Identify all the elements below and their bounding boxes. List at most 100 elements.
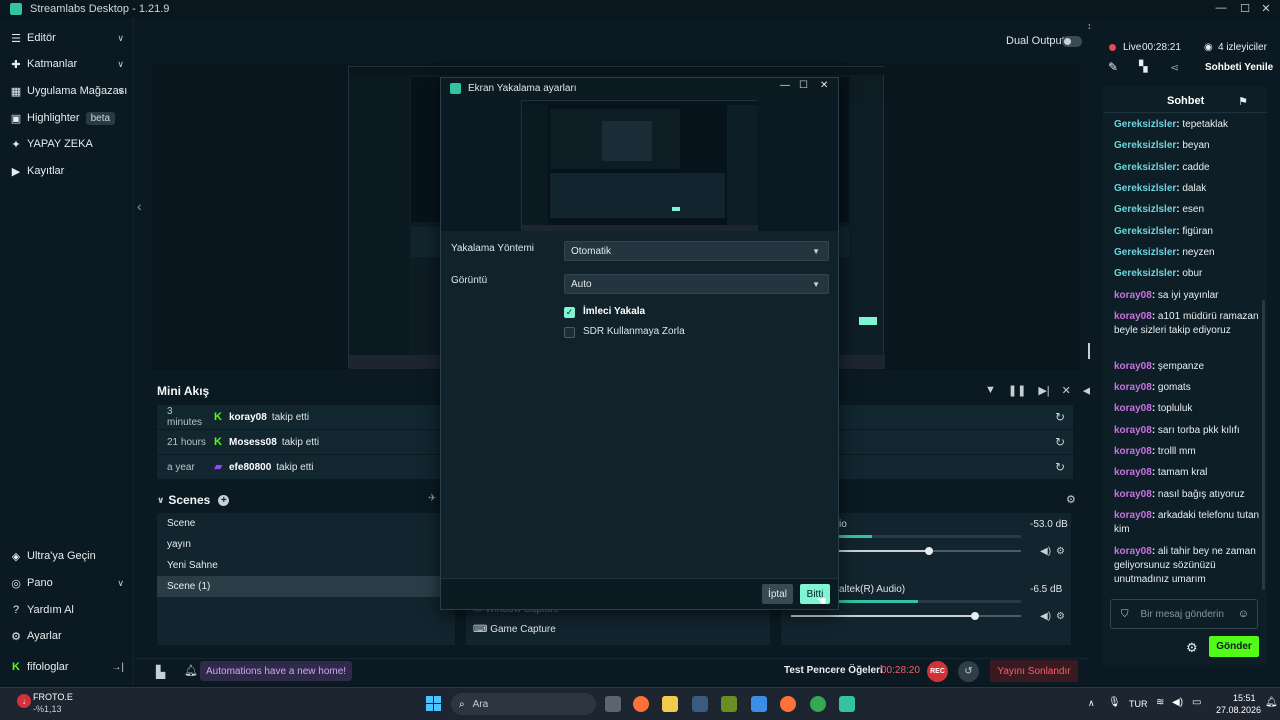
streamlabs-taskbar-icon[interactable] xyxy=(839,696,855,712)
chat-username[interactable]: Gereksizlsler xyxy=(1114,140,1176,151)
force-sdr-checkbox[interactable] xyxy=(564,327,575,338)
chat-scrollbar[interactable] xyxy=(1262,300,1265,590)
replay-alert-icon[interactable]: ↻ xyxy=(1055,460,1065,474)
windows-start-icon[interactable] xyxy=(426,696,441,711)
sidebar-item[interactable]: ◎ Pano ∨ xyxy=(0,571,134,595)
sidebar-item[interactable]: ✚ Katmanlar ∨ xyxy=(0,52,134,76)
mute-icon[interactable]: ◀) xyxy=(1040,611,1051,622)
browser-icon[interactable] xyxy=(780,696,796,712)
mod-tools-icon[interactable]: ⚑ xyxy=(1238,95,1248,108)
sidebar-item[interactable]: ▶ Kayıtlar xyxy=(0,159,134,183)
stock-icon[interactable]: ↓ xyxy=(17,694,31,708)
volume-handle[interactable] xyxy=(925,547,933,555)
microphone-icon[interactable]: 🎙︎ xyxy=(1108,697,1121,708)
chat-username[interactable]: Gereksizlsler xyxy=(1114,268,1176,279)
test-widgets-button[interactable]: Test Pencere Öğeleri xyxy=(784,665,883,676)
speaker-icon[interactable]: ◀) xyxy=(1172,697,1183,708)
chat-input[interactable]: ⛉ Bir mesaj gönderin ☺ xyxy=(1110,599,1258,629)
dual-output-toggle[interactable] xyxy=(1062,36,1082,47)
sidebar-item[interactable]: ☰ Editör ∨ xyxy=(0,26,134,50)
chat-username[interactable]: Gereksizlsler xyxy=(1114,247,1176,258)
refresh-chat-button[interactable]: Sohbeti Yenile xyxy=(1205,62,1273,73)
logout-icon[interactable]: →| xyxy=(111,662,124,673)
chat-username[interactable]: koray08 xyxy=(1114,361,1152,372)
mute-alerts-icon[interactable]: ✕ xyxy=(1062,384,1071,397)
minimize-icon[interactable]: — xyxy=(1214,2,1228,14)
chat-settings-icon[interactable]: ⚙ xyxy=(1186,640,1198,656)
sidebar-item[interactable]: ⚙ Ayarlar xyxy=(0,624,134,648)
add-scene-icon[interactable]: + xyxy=(218,494,230,506)
pause-icon[interactable]: ❚❚ xyxy=(1008,384,1026,397)
chat-username[interactable]: koray08 xyxy=(1114,382,1152,393)
chat-username[interactable]: koray08 xyxy=(1114,425,1152,436)
file-explorer-icon[interactable] xyxy=(662,696,678,712)
share-icon[interactable]: ⋖ xyxy=(1170,61,1179,74)
capture-cursor-checkbox[interactable]: ✓ xyxy=(564,307,575,318)
sidebar-item[interactable]: ✦ YAPAY ZEKA xyxy=(0,132,134,156)
taskbar-search[interactable]: ⌕ Ara xyxy=(451,693,596,715)
firefox-icon[interactable] xyxy=(633,696,649,712)
chat-username[interactable]: Gereksizlsler xyxy=(1114,119,1176,130)
chat-username[interactable]: koray08 xyxy=(1114,489,1152,500)
sidebar-user[interactable]: K fifologlar →| xyxy=(0,655,134,679)
automations-banner[interactable]: Automations have a new home! xyxy=(200,661,353,681)
chat-username[interactable]: Gereksizlsler xyxy=(1114,183,1176,194)
sidebar-item[interactable]: ▣ Highlighter beta xyxy=(0,106,134,130)
filter-icon[interactable]: ▼ xyxy=(985,384,996,397)
scene-item[interactable]: yayın xyxy=(157,534,455,555)
chat-username[interactable]: koray08 xyxy=(1114,403,1152,414)
replay-alert-icon[interactable]: ↻ xyxy=(1055,435,1065,449)
display-select[interactable]: Auto ▼ xyxy=(564,274,829,294)
chat-username[interactable]: Gereksizlsler xyxy=(1114,226,1176,237)
cancel-button[interactable]: İptal xyxy=(762,584,793,604)
chat-username[interactable]: koray08 xyxy=(1114,290,1152,301)
scene-item[interactable]: Yeni Sahne xyxy=(157,555,455,576)
notifications-icon[interactable]: 🔔︎ xyxy=(1265,697,1278,708)
replay-buffer-icon[interactable]: ↺ xyxy=(958,661,979,682)
chevron-down-icon[interactable]: ∨ xyxy=(157,495,164,506)
capture-method-select[interactable]: Otomatik ▼ xyxy=(564,241,829,261)
skip-icon[interactable]: ▶| xyxy=(1038,384,1049,397)
chat-username[interactable]: Gereksizlsler xyxy=(1114,162,1176,173)
preview-left-arrow-icon[interactable]: ‹ xyxy=(137,198,142,214)
battery-icon[interactable]: ▭ xyxy=(1192,697,1201,708)
mixer-gear-icon[interactable]: ⚙ xyxy=(1056,611,1065,622)
store-icon[interactable] xyxy=(751,696,767,712)
sidebar-item[interactable]: ◈ Ultra'ya Geçin xyxy=(0,544,134,568)
chat-username[interactable]: koray08 xyxy=(1114,467,1152,478)
dashboard-icon[interactable]: ▚ xyxy=(1139,60,1147,73)
stats-icon[interactable]: ▙ xyxy=(156,665,165,679)
calculator-icon[interactable] xyxy=(692,696,708,712)
maximize-icon[interactable]: ☐ xyxy=(1238,2,1252,15)
chat-username[interactable]: koray08 xyxy=(1114,510,1152,521)
chat-username[interactable]: koray08 xyxy=(1114,546,1152,557)
volume-slider[interactable] xyxy=(791,615,1021,617)
chrome-icon[interactable] xyxy=(810,696,826,712)
source-item[interactable]: ⌨ Game Capture xyxy=(473,624,556,635)
mixer-settings-icon[interactable]: ⚙ xyxy=(1066,493,1076,506)
wifi-icon[interactable]: ≋ xyxy=(1156,697,1164,708)
task-view-icon[interactable] xyxy=(605,696,621,712)
sidebar-item[interactable]: ? Yardım Al xyxy=(0,598,134,622)
tray-expand-icon[interactable]: ∧ xyxy=(1088,698,1095,709)
sidebar-item[interactable]: ▦ Uygulama Mağazası ∨ xyxy=(0,79,134,103)
send-button[interactable]: Gönder xyxy=(1209,636,1259,657)
chat-username[interactable]: koray08 xyxy=(1114,311,1152,322)
minecraft-icon[interactable] xyxy=(721,696,737,712)
scene-item[interactable]: Scene xyxy=(157,513,455,534)
scene-item[interactable]: Scene (1) xyxy=(157,576,455,597)
transition-icon[interactable]: ✈ xyxy=(428,493,436,504)
chat-username[interactable]: Gereksizlsler xyxy=(1114,204,1176,215)
language-indicator[interactable]: TUR xyxy=(1129,699,1148,709)
edit-stream-icon[interactable]: ✎ xyxy=(1108,60,1118,74)
end-stream-button[interactable]: Yayını Sonlandır xyxy=(990,660,1078,682)
dialog-close-icon[interactable]: ✕ xyxy=(820,80,828,91)
volume-handle[interactable] xyxy=(971,612,979,620)
dialog-minimize-icon[interactable]: — xyxy=(780,80,790,91)
notification-icon[interactable]: 🔔︎ xyxy=(184,664,198,677)
emoji-icon[interactable]: ☺ xyxy=(1238,608,1249,620)
replay-alert-icon[interactable]: ↻ xyxy=(1055,410,1065,424)
mute-icon[interactable]: ◀) xyxy=(1040,546,1051,557)
record-button[interactable]: REC xyxy=(927,661,948,682)
mixer-gear-icon[interactable]: ⚙ xyxy=(1056,546,1065,557)
